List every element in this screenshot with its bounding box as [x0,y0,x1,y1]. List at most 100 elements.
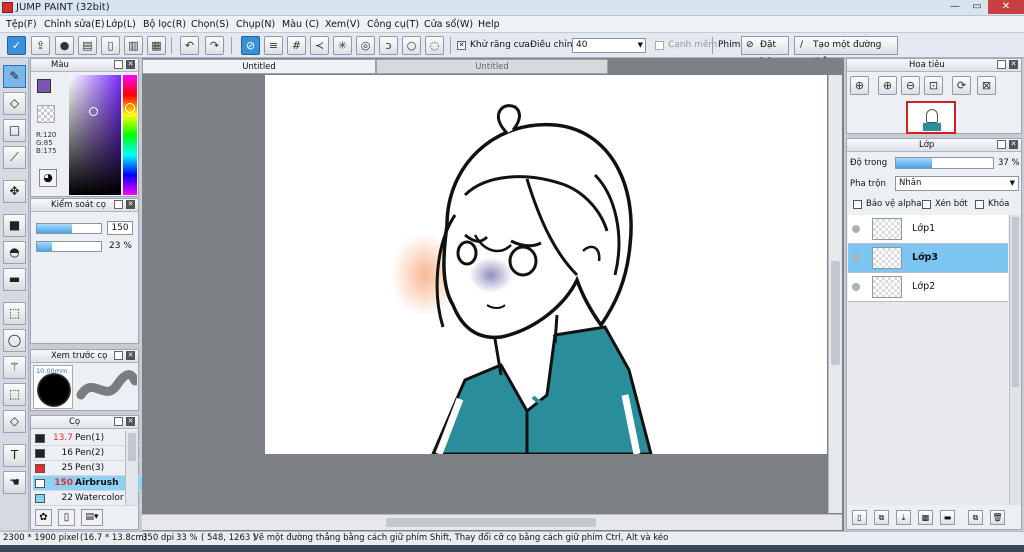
visibility-icon[interactable] [852,283,860,291]
symmetry-icon[interactable]: ◌ [425,36,444,55]
visibility-icon[interactable] [852,225,860,233]
shape-tool-icon[interactable]: □ [3,119,26,142]
protect-alpha-checkbox[interactable] [853,200,862,209]
horizontal-scrollbar[interactable] [142,514,842,530]
close-icon[interactable]: ✕ [1009,140,1018,149]
undock-icon[interactable] [114,351,123,360]
menu-view[interactable]: Xem(V) [325,19,360,30]
fill-rect-tool-icon[interactable]: ■ [3,214,26,237]
ruler-off-icon[interactable]: ⊘ [241,36,260,55]
share-icon[interactable]: ⇪ [31,36,50,55]
duplicate-icon[interactable]: ⧉ [968,510,983,525]
reset-button[interactable]: ⊘Đặt lại [741,36,789,67]
select-pen-tool-icon[interactable]: ⬚ [3,383,26,406]
redo-icon[interactable]: ↷ [205,36,224,55]
scroll-thumb[interactable] [128,433,136,461]
gradient-tool-icon[interactable]: ▬ [3,268,26,291]
straight-line-button[interactable]: /Tạo một đường thẳng [794,36,898,67]
bucket-tool-icon[interactable]: ◓ [3,241,26,264]
undock-icon[interactable] [997,140,1006,149]
vertical-scrollbar[interactable] [828,75,842,513]
brush-list-scrollbar[interactable] [125,431,138,505]
layer-opacity-slider[interactable] [895,157,994,169]
vertical-scroll-thumb[interactable] [831,261,840,365]
tab-untitled[interactable]: Untitled [376,59,608,74]
close-icon[interactable]: ✕ [126,200,135,209]
layer-row[interactable]: Lớp2 [848,273,1008,302]
eraser-tool-icon[interactable]: ◇ [3,92,26,115]
menu-filter[interactable]: Bộ lọc(R) [143,19,186,30]
menu-capture[interactable]: Chụp(N) [236,19,275,30]
zoom-fit-icon[interactable]: ⊕ [850,76,869,95]
brush-size-value[interactable]: 150 [107,221,133,235]
zoom-in-icon[interactable]: ⊕ [878,76,897,95]
magic-wand-tool-icon[interactable]: ⚚ [3,356,26,379]
select-rect-tool-icon[interactable]: ⬚ [3,302,26,325]
blend-mode-select[interactable]: Nhân ▼ [895,176,1019,191]
lock-checkbox[interactable] [975,200,984,209]
edge-checkbox[interactable] [655,41,664,50]
grid-tool-icon[interactable]: ▦ [147,36,166,55]
text-tool-icon[interactable]: T [3,444,26,467]
menu-tools[interactable]: Công cụ(T) [367,19,419,30]
navigator-preview[interactable] [906,101,956,134]
menu-window[interactable]: Cửa sổ(W) [424,19,473,30]
close-icon[interactable]: ✕ [988,0,1024,14]
menu-edit[interactable]: Chỉnh sửa(E) [44,19,105,30]
transparent-swatch[interactable] [37,105,55,123]
saturation-value-picker[interactable] [69,75,121,195]
brush-settings-icon[interactable]: ✿ [35,509,52,526]
menu-color[interactable]: Màu (C) [282,19,319,30]
undock-icon[interactable] [114,60,123,69]
antialias-checkbox[interactable]: ✕ [457,41,466,50]
new-layer-icon[interactable]: ▯ [852,510,867,525]
brush-menu-icon[interactable]: ▤▾ [81,509,103,526]
brush-opacity-slider[interactable] [36,241,102,252]
undock-icon[interactable] [114,417,123,426]
note-icon[interactable]: ▤ [78,36,97,55]
document-icon[interactable]: ▥ [124,36,143,55]
maximize-icon[interactable]: ▭ [966,0,988,14]
layer-row-selected[interactable]: Lớp3 [848,244,1008,273]
radial-icon[interactable]: ✳ [333,36,352,55]
menu-help[interactable]: Help [478,19,500,30]
layer-mask-icon[interactable]: ▩ [918,510,933,525]
curve-ruler-icon[interactable]: ↄ [379,36,398,55]
undock-icon[interactable] [114,200,123,209]
menu-select[interactable]: Chọn(S) [191,19,229,30]
scroll-thumb[interactable] [1012,217,1019,387]
page-icon[interactable]: ▯ [101,36,120,55]
visibility-icon[interactable] [852,254,860,262]
palette-icon[interactable]: ◕ [39,169,57,187]
minimize-icon[interactable]: — [944,0,966,14]
move-tool-icon[interactable]: ✥ [3,180,26,203]
tab-untitled-active[interactable]: Untitled [142,59,376,74]
layer-row[interactable]: Lớp1 [848,215,1008,244]
zoom-out-icon[interactable]: ⊖ [901,76,920,95]
close-icon[interactable]: ✕ [126,351,135,360]
hue-slider-thumb[interactable] [125,103,135,113]
rotate-icon[interactable]: ⟳ [952,76,971,95]
merge-layer-icon[interactable]: ⤓ [896,510,911,525]
flip-icon[interactable]: ⊡ [924,76,943,95]
brush-size-slider[interactable] [36,223,102,234]
undock-icon[interactable] [997,60,1006,69]
color-picker-cursor[interactable] [89,107,98,116]
delete-layer-icon[interactable]: 🗑 [990,510,1005,525]
menu-file[interactable]: Tệp(F) [6,19,37,30]
new-brush-icon[interactable]: ▯ [58,509,75,526]
lasso-tool-icon[interactable]: ◯ [3,329,26,352]
close-icon[interactable]: ✕ [126,417,135,426]
select-eraser-tool-icon[interactable]: ◇ [3,410,26,433]
close-icon[interactable]: ✕ [1009,60,1018,69]
comment-icon[interactable]: ● [55,36,74,55]
adjust-select[interactable]: 40 ▼ [572,38,646,53]
perspective-icon[interactable]: ≺ [310,36,329,55]
parallel-lines-icon[interactable]: ≡ [264,36,283,55]
cloud-icon[interactable]: ✓ [7,36,26,55]
line-tool-icon[interactable]: ⟋ [3,146,26,169]
clip-checkbox[interactable] [922,200,931,209]
menu-layer[interactable]: Lớp(L) [106,19,136,30]
undo-icon[interactable]: ↶ [180,36,199,55]
ellipse-ruler-icon[interactable]: ○ [402,36,421,55]
